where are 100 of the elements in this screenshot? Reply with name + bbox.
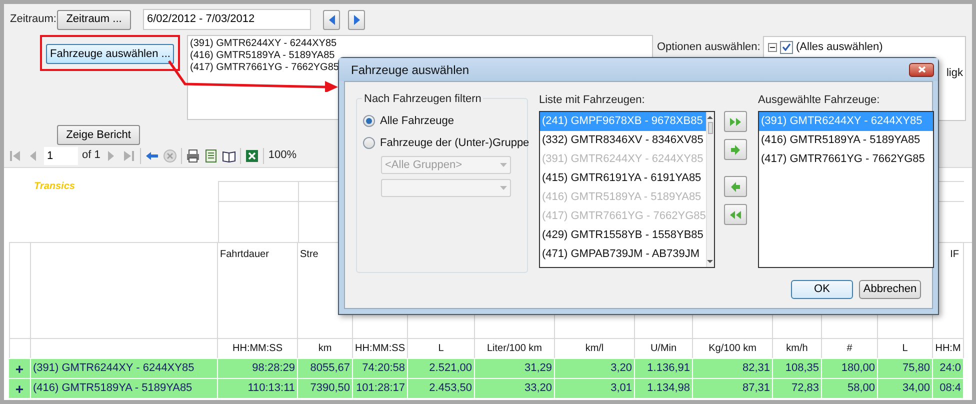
table-cell-text: 1.136,91: [647, 361, 690, 376]
table-cell-text: 110:13:11: [248, 381, 295, 396]
collapse-toggle[interactable]: [768, 42, 777, 52]
cancel-button[interactable]: Abbrechen: [859, 280, 921, 299]
move-all-right-button[interactable]: [724, 111, 747, 132]
double-arrow-right-icon: [730, 116, 741, 128]
checkbox[interactable]: [780, 40, 793, 54]
table-cell-text: 8055,67: [310, 361, 350, 376]
table-cell-text: 101:28:17: [356, 381, 405, 396]
table-cell-text: 72,83: [791, 381, 819, 396]
unit-header: L: [438, 342, 444, 356]
move-all-left-button[interactable]: [724, 204, 747, 225]
table-cell-text: 75,80: [902, 361, 930, 376]
vehicle-entry: (391) GMTR6244XY - 6244XY85: [190, 38, 337, 50]
double-arrow-left-icon: [730, 208, 741, 220]
radio-label: Alle Fahrzeuge: [380, 114, 454, 129]
book-icon: [222, 148, 236, 162]
table-cell-text: 31,29: [524, 361, 552, 376]
vehicle-name: (391) GMTR6244XY - 6244XY85: [33, 361, 194, 376]
options-label: Optionen auswählen:: [657, 40, 762, 55]
column-header: IF: [950, 248, 959, 262]
print-icon: [186, 148, 200, 162]
column-header: Stre: [300, 248, 318, 262]
vehicle-entry: (417) GMTR7661YG - 7662YG85: [190, 62, 339, 74]
table-cell-text: 108,35: [785, 361, 819, 376]
table-cell-text: 24:0: [940, 361, 961, 376]
caret-icon: [500, 186, 507, 190]
select-vehicles-button[interactable]: Fahrzeuge auswählen ...: [46, 44, 174, 64]
spreadsheet-icon: [245, 148, 260, 162]
show-report-button[interactable]: Zeige Bericht: [57, 125, 140, 145]
unit-header: km: [318, 342, 332, 356]
column-header: Fahrtdauer: [220, 248, 269, 262]
table-cell-text: 2.521,00: [429, 361, 472, 376]
list-label: Ausgewählte Fahrzeuge:: [758, 93, 881, 107]
list-label: Liste mit Fahrzeugen:: [539, 93, 646, 107]
list-item[interactable]: (417) GMTR7661YG - 7662YG85: [759, 150, 933, 169]
arrow-left-icon: [730, 180, 741, 192]
table-cell-text: 34,00: [902, 381, 930, 396]
list-item[interactable]: (471) GMPAB739JM - AB739JM: [540, 245, 706, 264]
close-button[interactable]: [909, 62, 934, 76]
unit-header: HH:MM:SS: [355, 342, 405, 356]
unit-header: HH:MM:SS: [232, 342, 282, 356]
table-cell-text: 2.453,50: [429, 381, 472, 396]
radio-option[interactable]: Alle Fahrzeuge: [363, 113, 527, 130]
arrow-right-icon: [730, 144, 741, 156]
table-cell-text: 3,20: [610, 361, 632, 376]
list-item[interactable]: (429) GMTR1558YB - 1558YB85: [540, 226, 706, 245]
scrollbar[interactable]: [706, 112, 714, 267]
unit-header: Kg/100 km: [708, 342, 756, 356]
list-item[interactable]: (332) GMTR8346XV - 8346XV85: [540, 131, 706, 150]
checkmark-icon: [782, 43, 791, 52]
page-count: of 1: [82, 148, 100, 164]
table-cell-text: 7390,50: [310, 381, 350, 396]
down-caret-icon: [707, 260, 714, 263]
table-cell-text: 82,31: [742, 361, 770, 376]
partial-label: ligk: [946, 66, 963, 81]
report-logo: Transics: [34, 180, 75, 194]
last-page-icon: [122, 148, 136, 162]
group-title: Nach Fahrzeugen filtern: [362, 91, 484, 108]
table-cell-text: 74:20:58: [362, 361, 405, 376]
scroll-thumb[interactable]: [708, 122, 713, 134]
unit-header: HH:M: [935, 342, 961, 356]
minus-icon: [770, 44, 775, 50]
up-caret-icon: [707, 116, 714, 119]
vehicle-entry: (416) GMTR5189YA - 5189YA85: [190, 50, 335, 62]
previous-button[interactable]: [323, 10, 340, 30]
right-triangle-icon: [354, 14, 360, 24]
page-icon: [204, 148, 218, 162]
radio-label: Fahrzeuge der (Unter-)Gruppe: [380, 136, 530, 150]
table-cell-text: 33,20: [524, 381, 552, 396]
dropdown-value: <Alle Gruppen>: [385, 158, 462, 173]
table-cell-text: 58,00: [847, 381, 875, 396]
move-left-button[interactable]: [724, 176, 747, 197]
close-icon: [918, 66, 926, 73]
ok-button[interactable]: OK: [791, 280, 853, 299]
period-field[interactable]: 6/02/2012 - 7/03/2012: [143, 9, 311, 30]
left-triangle-icon: [328, 14, 334, 24]
first-page-icon: [8, 148, 22, 162]
move-right-button[interactable]: [724, 139, 747, 160]
unit-header: #: [846, 342, 852, 356]
table-cell-text: 87,31: [742, 381, 770, 396]
table-cell-text: 1.134,98: [647, 381, 690, 396]
list-item[interactable]: (415) GMTR6191YA - 6191YA85: [540, 169, 706, 188]
option-label: (Alles auswählen): [796, 40, 883, 55]
period-label: Zeitraum:: [10, 12, 57, 28]
table-cell-text: 08:4: [940, 381, 961, 396]
vehicle-name: (416) GMTR5189YA - 5189YA85: [33, 381, 192, 396]
page-field[interactable]: 1: [44, 146, 78, 164]
dialog-title: Fahrzeuge auswählen: [350, 62, 470, 78]
radio-option[interactable]: Fahrzeuge der (Unter-)Gruppe: [363, 134, 527, 151]
list-item[interactable]: (416) GMTR5189YA - 5189YA85: [759, 131, 933, 150]
radio-button[interactable]: [363, 115, 375, 128]
table-cell-text: 180,00: [841, 361, 875, 376]
table-cell-text: 98:28:29: [252, 361, 295, 376]
period-button[interactable]: Zeitraum ...: [57, 10, 131, 30]
unit-header: U/Min: [650, 342, 677, 356]
stop-icon: [163, 148, 178, 162]
radio-button[interactable]: [363, 136, 375, 149]
zoom-level: 100%: [268, 148, 296, 164]
next-button[interactable]: [348, 10, 365, 30]
